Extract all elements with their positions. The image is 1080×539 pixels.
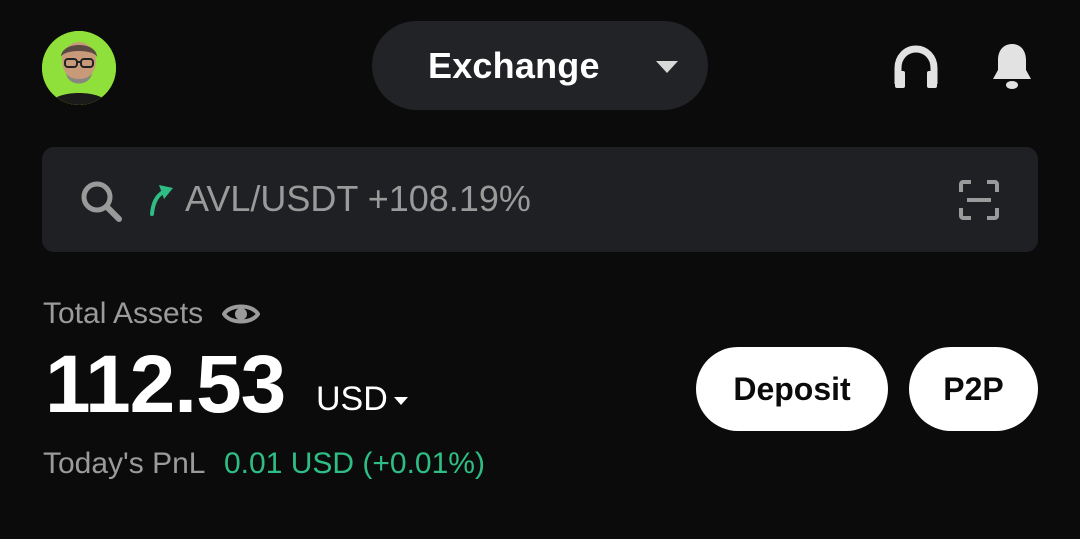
search-icon: [79, 179, 123, 223]
total-assets-label: Total Assets: [43, 297, 204, 330]
total-balance: 112.53: [45, 339, 286, 430]
scan-icon[interactable]: [957, 178, 1001, 222]
headset-icon[interactable]: [893, 44, 939, 90]
chevron-down-icon: [656, 61, 678, 73]
mode-selector-label: Exchange: [428, 44, 600, 86]
user-avatar[interactable]: [42, 31, 116, 105]
bell-icon[interactable]: [990, 41, 1034, 91]
p2p-button[interactable]: P2P: [909, 347, 1038, 431]
pnl-value: 0.01 USD (+0.01%): [224, 447, 485, 480]
eye-icon[interactable]: [221, 300, 261, 328]
currency-label: USD: [316, 380, 388, 418]
currency-selector[interactable]: USD: [316, 380, 408, 419]
mode-selector[interactable]: Exchange: [372, 21, 708, 110]
pnl-label: Today's PnL: [43, 447, 206, 480]
caret-down-icon: [393, 396, 408, 405]
deposit-button[interactable]: Deposit: [696, 347, 888, 431]
avatar-image: [42, 31, 116, 105]
exchange-home: Exchange AVL/USDT +108.19% Total Assets …: [0, 0, 1080, 539]
arrow-up-right-icon: [145, 182, 175, 216]
search-suggestion: AVL/USDT +108.19%: [185, 178, 531, 219]
